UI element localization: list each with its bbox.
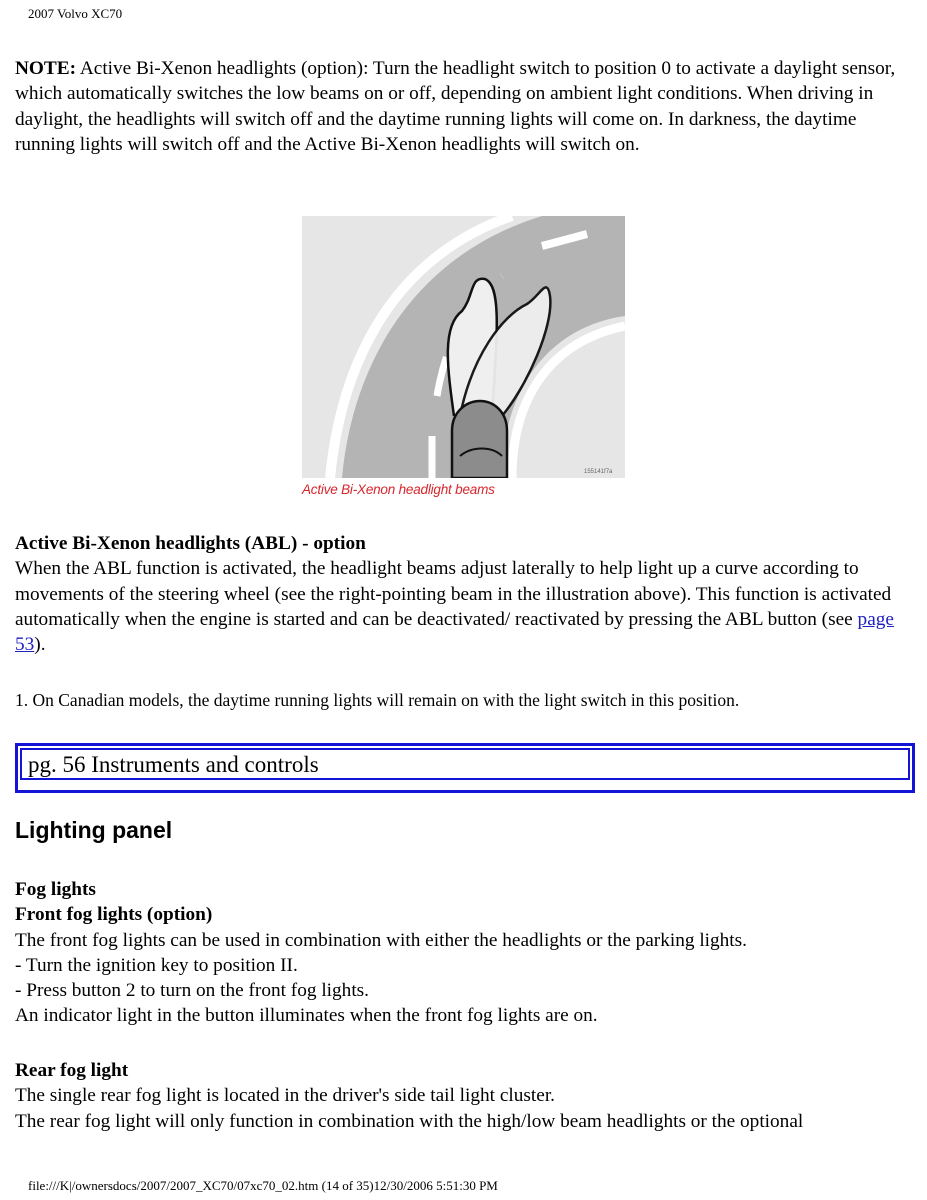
document-header: 2007 Volvo XC70 bbox=[28, 6, 123, 21]
rear-fog-section: Rear fog light The single rear fog light… bbox=[15, 1058, 915, 1134]
page-marker: pg. 56 Instruments and controls bbox=[20, 748, 910, 780]
page-marker-box: pg. 56 Instruments and controls bbox=[15, 743, 915, 793]
note-label: NOTE: bbox=[15, 58, 77, 79]
abl-text-end: ). bbox=[34, 634, 46, 656]
abl-heading: Active Bi-Xenon headlights (ABL) - optio… bbox=[15, 533, 366, 554]
fog-lights-heading: Fog lights bbox=[15, 879, 96, 900]
abl-text: When the ABL function is activated, the … bbox=[15, 558, 892, 630]
note-paragraph: NOTE: Active Bi-Xenon headlights (option… bbox=[15, 56, 915, 157]
figure-caption: Active Bi-Xenon headlight beams bbox=[302, 482, 495, 497]
rear-fog-line: The rear fog light will only function in… bbox=[15, 1110, 804, 1132]
section-title: Lighting panel bbox=[15, 817, 173, 843]
fog-line: - Press button 2 to turn on the front fo… bbox=[15, 980, 370, 1002]
figure-code: 155141f7a bbox=[584, 469, 613, 475]
front-fog-subheading: Front fog lights (option) bbox=[15, 904, 213, 926]
note-text: Active Bi-Xenon headlights (option): Tur… bbox=[15, 58, 896, 155]
footnote: 1. On Canadian models, the daytime runni… bbox=[15, 690, 740, 710]
document-footer: file:///K|/ownersdocs/2007/2007_XC70/07x… bbox=[28, 1178, 498, 1193]
fog-line: An indicator light in the button illumin… bbox=[15, 1005, 598, 1027]
rear-fog-line: The single rear fog light is located in … bbox=[15, 1085, 555, 1107]
rear-fog-heading: Rear fog light bbox=[15, 1060, 129, 1081]
fog-line: - Turn the ignition key to position II. bbox=[15, 954, 298, 976]
headlight-beams-illustration bbox=[302, 216, 625, 506]
fog-line: The front fog lights can be used in comb… bbox=[15, 929, 747, 951]
fog-lights-section: Fog lights Front fog lights (option) The… bbox=[15, 877, 915, 1029]
abl-section: Active Bi-Xenon headlights (ABL) - optio… bbox=[15, 531, 915, 657]
